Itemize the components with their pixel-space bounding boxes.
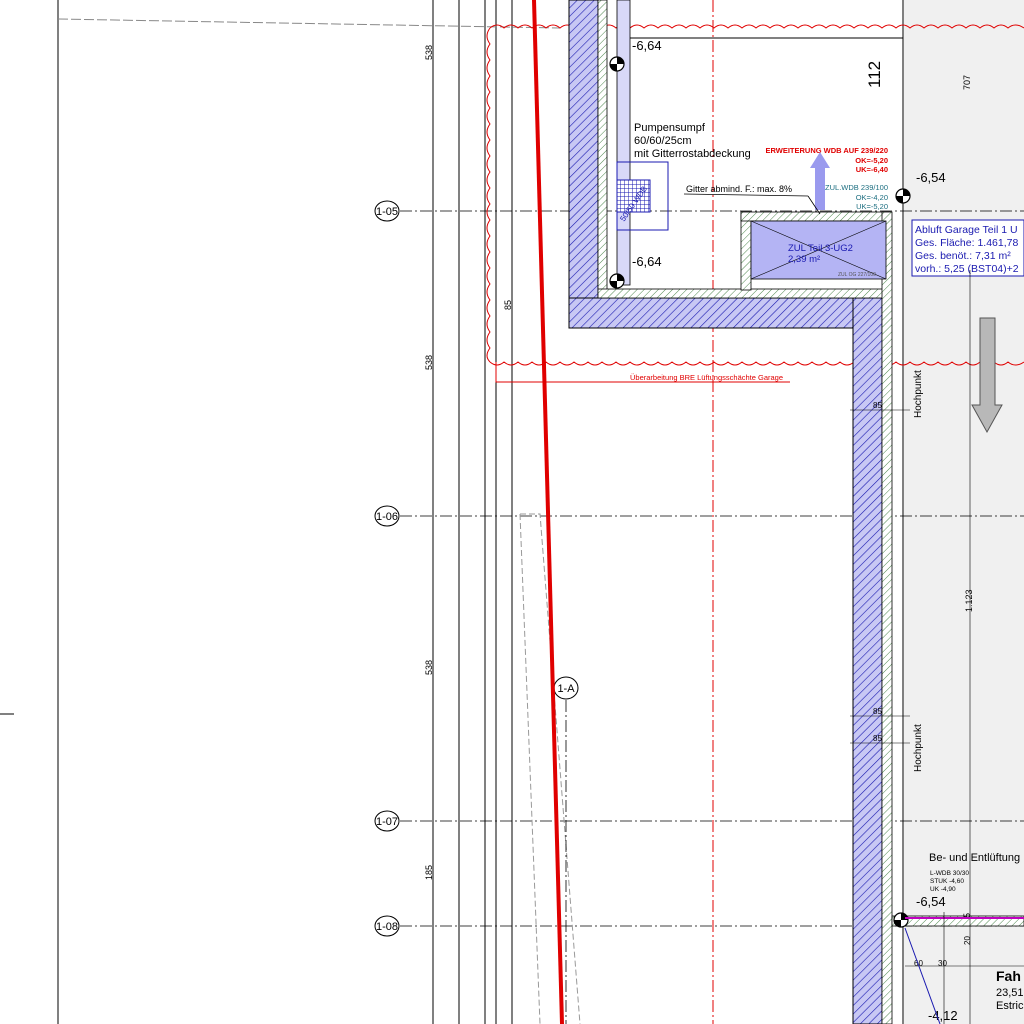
revision-note: Überarbeitung BRE Lüftungsschächte Garag… <box>630 373 783 382</box>
dimension-text: 538 <box>424 355 434 370</box>
dimension-text: 85 <box>503 300 513 310</box>
wdb-extension-ok: OK=-5,20 <box>855 156 888 165</box>
dimension-text: 538 <box>424 45 434 60</box>
supply-room-area: 2,39 m² <box>788 254 820 265</box>
grid-axis-label: 1-05 <box>376 206 398 218</box>
dimension-text: 20 <box>963 936 972 945</box>
high-point-label: Hochpunkt <box>913 370 924 418</box>
dimension-text: 1.123 <box>964 589 974 612</box>
ventilation-line2: STUK -4,60 <box>930 878 964 885</box>
dimension-text: 185 <box>424 865 434 880</box>
bottom-room-label: Fah 23,51 Estric <box>996 968 1024 1012</box>
wdb-supply-title: ZUL.WDB 239/100 <box>825 183 888 192</box>
wdb-extension-label: ERWEITERUNG WDB AUF 239/220 OK=-5,20 UK=… <box>765 146 888 174</box>
exhaust-line1: Abluft Garage Teil 1 U <box>915 224 1018 236</box>
exhaust-line3: Ges. benöt.: 7,31 m² <box>915 250 1011 262</box>
exhaust-info-box: Abluft Garage Teil 1 U Ges. Fläche: 1.46… <box>911 219 1024 277</box>
wdb-supply-label: ZUL.WDB 239/100 OK=-4,20 UK=-5,20 <box>825 183 888 211</box>
grid-axis-1-07: 1-07 <box>374 810 400 832</box>
supply-room-label: ZUL Teil 3-UG2 <box>788 243 853 254</box>
level-text: -6,64 <box>632 38 662 53</box>
wall-horizontal <box>568 297 883 329</box>
grid-axis-1-05: 1-05 <box>374 200 400 222</box>
dimension-text: 85 <box>873 734 882 743</box>
ventilation-line3: UK -4,90 <box>930 886 956 893</box>
dimension-text: 538 <box>424 660 434 675</box>
pump-sump-line1: Pumpensumpf <box>634 122 706 134</box>
dimension-text: 85 <box>873 401 882 410</box>
wdb-extension-title: ERWEITERUNG WDB AUF 239/220 <box>765 146 888 155</box>
exhaust-line2: Ges. Fläche: 1.461,78 <box>915 237 1018 249</box>
sump-strip <box>616 0 631 286</box>
bottom-room-line2: Estric <box>996 1000 1024 1012</box>
wdb-extension-uk: UK=-6,40 <box>856 165 888 174</box>
high-point-label: Hochpunkt <box>913 724 924 772</box>
grid-axis-label: 1-08 <box>376 921 398 933</box>
room-number: 112 <box>865 61 884 88</box>
floor-plan-drawing: 1-05 1-06 1-07 1-08 538 85 538 538 185 1… <box>0 0 1024 1024</box>
dimension-text: 707 <box>962 75 972 90</box>
ventilation-title: Be- und Entlüftung <box>929 852 1020 864</box>
level-text: -4,12 <box>928 1008 958 1023</box>
wall-vertical-upper <box>568 0 599 329</box>
wdb-supply-ok: OK=-4,20 <box>856 193 888 202</box>
level-text: -6,54 <box>916 894 946 909</box>
grid-axis-label: 1-07 <box>376 816 398 828</box>
dimension-text: 85 <box>873 707 882 716</box>
column-axis-label: 1-A <box>557 683 575 695</box>
level-text: -6,54 <box>916 170 946 185</box>
bottom-room-line1: 23,51 <box>996 987 1024 999</box>
supply-shaft-room: ZUL Teil 3-UG2 2,39 m² ZUL OG 227/100 <box>750 220 887 280</box>
left-dimensions: 538 85 538 538 185 <box>424 45 513 880</box>
dimension-text: 30 <box>938 959 947 968</box>
pump-sump-text: Pumpensumpf 60/60/25cm mit Gitterrostabd… <box>634 122 751 160</box>
supply-room-small: ZUL OG 227/100 <box>838 272 876 278</box>
pump-sump-line2: 60/60/25cm <box>634 135 691 147</box>
pump-sump-line3: mit Gitterrostabdeckung <box>634 148 751 160</box>
red-boundary-line <box>532 0 564 1024</box>
grid-axis-1-06: 1-06 <box>374 505 400 527</box>
wdb-supply-uk: UK=-5,20 <box>856 202 888 211</box>
exhaust-line4: vorh.: 5,25 (BST04)+2 <box>915 263 1019 275</box>
grille-note: Gitter abmind. F.: max. 8% <box>686 184 792 194</box>
grid-axis-1-08: 1-08 <box>374 915 400 937</box>
level-text: -6,64 <box>632 254 662 269</box>
up-arrow <box>810 152 830 210</box>
bottom-room-title: Fah <box>996 968 1021 984</box>
ventilation-line1: L-WDB 30/30 <box>930 870 969 877</box>
grid-axis-label: 1-06 <box>376 511 398 523</box>
